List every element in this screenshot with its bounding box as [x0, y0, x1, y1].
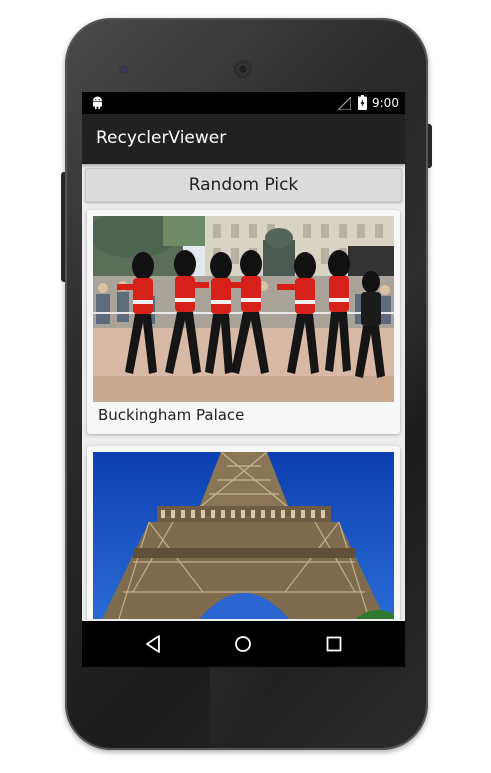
- app-toolbar: RecyclerViewer: [82, 114, 405, 164]
- app-title: RecyclerViewer: [96, 128, 227, 148]
- device-screen: 9:00 RecyclerViewer Random Pick Buckingh…: [82, 92, 405, 667]
- status-time: 9:00: [372, 96, 399, 110]
- status-bar: 9:00: [82, 92, 405, 114]
- card-caption: Buckingham Palace: [98, 406, 245, 424]
- photo-card[interactable]: [87, 446, 400, 619]
- eiffel-tower-photo: [93, 452, 394, 619]
- front-camera: [120, 66, 127, 73]
- random-pick-button[interactable]: Random Pick: [85, 168, 402, 202]
- android-notification-icon: [93, 96, 102, 109]
- proximity-sensor: [352, 67, 368, 82]
- recycler-view[interactable]: Random Pick Buckingham Palace: [82, 164, 405, 619]
- navigation-bar: [82, 621, 405, 667]
- recents-icon[interactable]: [322, 632, 346, 656]
- home-icon[interactable]: [231, 632, 255, 656]
- battery-icon: [358, 95, 367, 110]
- queens-guards-marching-photo: [93, 216, 394, 402]
- signal-icon: [338, 97, 351, 110]
- back-icon[interactable]: [142, 632, 166, 656]
- photo-card[interactable]: Buckingham Palace: [87, 210, 400, 434]
- earpiece-speaker: [234, 60, 252, 78]
